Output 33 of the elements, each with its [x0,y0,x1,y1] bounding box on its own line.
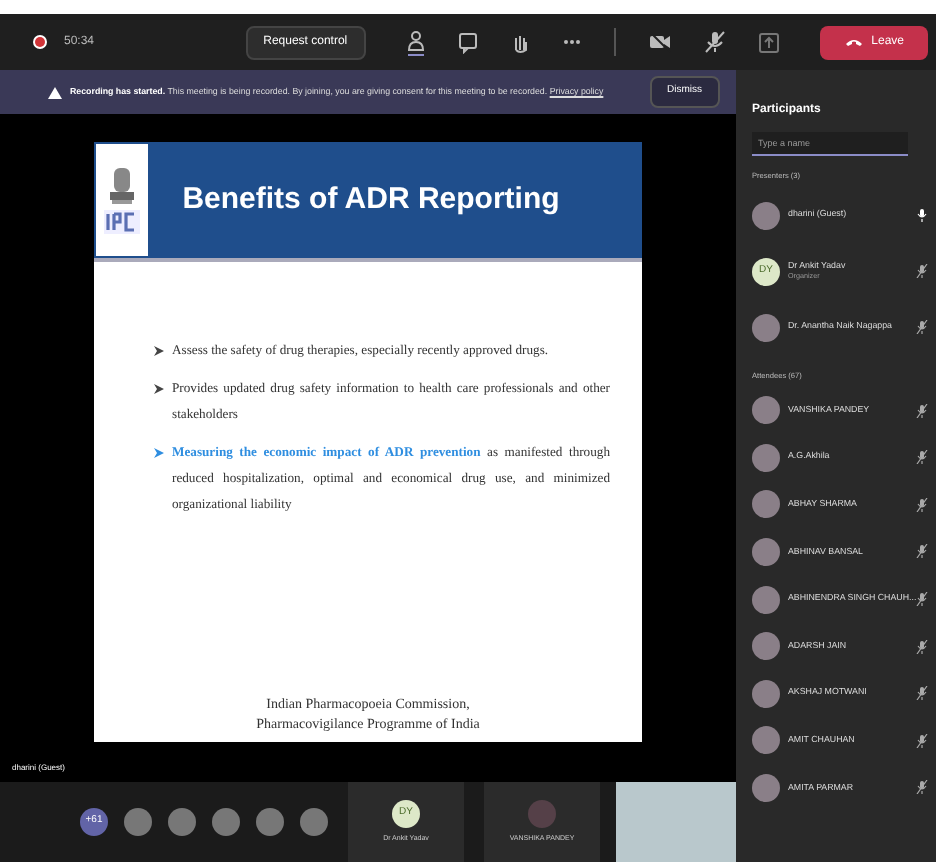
avatar [752,201,780,230]
avatar [752,632,780,661]
video-placeholder [616,782,736,862]
share-icon[interactable] [757,31,780,53]
avatar [752,313,780,342]
phone-icon [843,36,864,48]
avatar [752,443,780,472]
avatar [752,585,780,614]
slide-title: Benefits of ADR Reporting [180,179,562,220]
avatar [752,679,780,708]
avatar [752,726,780,755]
avatar [752,537,780,566]
mic-off-icon[interactable] [703,30,726,54]
emblem-icon [106,167,138,203]
participants-icon[interactable] [405,29,426,55]
ipc-logo-icon [104,209,140,233]
avatar [752,490,780,519]
avatar [256,808,284,836]
avatar [168,808,196,836]
avatar [212,808,240,836]
arrow-bullet-icon [154,382,164,396]
avatar [124,808,152,836]
chat-icon[interactable] [457,31,478,53]
avatar [752,773,780,802]
warning-icon [48,85,62,99]
hand-icon[interactable] [509,31,530,53]
arrow-bullet-icon [154,446,164,460]
avatar [752,396,780,425]
more-icon[interactable] [561,38,582,46]
avatar [300,808,328,836]
camera-off-icon[interactable] [647,30,672,54]
avatar [528,799,556,828]
arrow-bullet-icon [154,344,164,358]
